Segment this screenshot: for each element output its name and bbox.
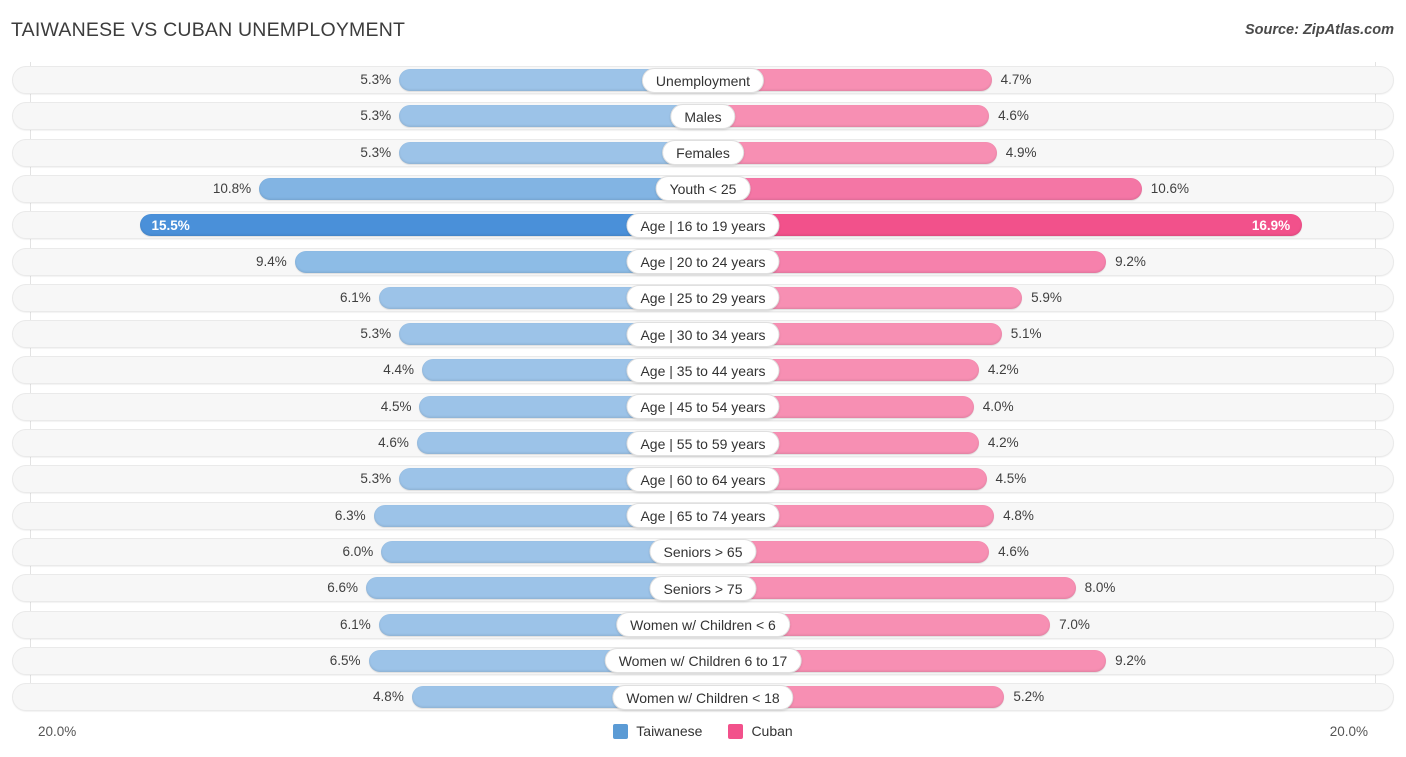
value-label-taiwanese: 6.5%: [329, 652, 361, 668]
table-row[interactable]: 5.3% 4.7% Unemployment: [0, 62, 1406, 98]
category-pill[interactable]: Age | 60 to 64 years: [626, 466, 780, 492]
table-row[interactable]: 5.3% 5.1% Age | 30 to 34 years: [0, 316, 1406, 352]
category-pill[interactable]: Age | 55 to 59 years: [626, 430, 780, 456]
legend-swatch-icon: [613, 723, 629, 739]
category-pill[interactable]: Age | 45 to 54 years: [626, 394, 780, 420]
value-label-cuban: 4.7%: [1000, 72, 1032, 87]
value-label-cuban: 4.9%: [1005, 144, 1037, 160]
value-label-cuban: 5.1%: [1010, 326, 1042, 342]
table-row[interactable]: 15.5% 16.9% Age | 16 to 19 years: [0, 207, 1406, 243]
source-attribution: Source: ZipAtlas.com: [1244, 22, 1394, 38]
table-row[interactable]: 6.1% 7.0% Women w/ Children < 6: [0, 607, 1406, 643]
chart-plot-area: 5.3% 4.7% Unemployment 5.3% 4.6% Males 5.3% 4.9…: [0, 62, 1406, 717]
table-row[interactable]: 6.1% 5.9% Age | 25 to 29 years: [0, 280, 1406, 316]
bar-taiwanese[interactable]: [399, 141, 703, 164]
table-row[interactable]: 5.3% 4.5% Age | 60 to 64 years: [0, 461, 1406, 497]
category-pill[interactable]: Age | 30 to 34 years: [626, 321, 780, 347]
value-label-taiwanese: 6.0%: [342, 543, 374, 559]
category-pill[interactable]: Age | 35 to 44 years: [626, 357, 780, 383]
value-label-taiwanese: 4.6%: [378, 435, 409, 450]
bar-cuban[interactable]: [703, 177, 1142, 200]
value-label-taiwanese: 15.5%: [151, 218, 190, 234]
category-pill[interactable]: Seniors > 65: [649, 539, 757, 565]
bar-cuban[interactable]: [703, 214, 1303, 237]
bar-taiwanese[interactable]: [399, 105, 703, 128]
value-label-taiwanese: 4.8%: [373, 689, 404, 705]
value-label-taiwanese: 5.3%: [360, 471, 392, 487]
value-label-cuban: 5.9%: [1031, 289, 1062, 305]
value-label-taiwanese: 5.3%: [360, 326, 392, 342]
category-pill[interactable]: Age | 20 to 24 years: [626, 249, 780, 274]
bar-taiwanese[interactable]: [139, 214, 703, 237]
value-label-taiwanese: 6.3%: [334, 507, 366, 523]
value-label-cuban: 4.2%: [987, 435, 1019, 450]
value-label-cuban: 16.9%: [1251, 218, 1291, 234]
bar-cuban[interactable]: [703, 141, 997, 164]
value-label-cuban: 9.2%: [1115, 652, 1146, 668]
table-row[interactable]: 10.8% 10.6% Youth < 25: [0, 171, 1406, 207]
table-row[interactable]: 9.4% 9.2% Age | 20 to 24 years: [0, 244, 1406, 280]
category-pill[interactable]: Age | 25 to 29 years: [626, 285, 780, 311]
value-label-cuban: 4.6%: [998, 543, 1029, 559]
category-pill[interactable]: Males: [670, 103, 736, 129]
value-label-taiwanese: 6.1%: [339, 616, 371, 632]
table-row[interactable]: 4.8% 5.2% Women w/ Children < 18: [0, 679, 1406, 715]
category-pill[interactable]: Age | 16 to 19 years: [626, 212, 780, 238]
category-pill[interactable]: Women w/ Children < 18: [612, 684, 794, 710]
legend-label: Taiwanese: [636, 723, 703, 739]
bar-cuban[interactable]: [703, 105, 990, 128]
value-label-taiwanese: 5.3%: [360, 144, 392, 160]
value-label-taiwanese: 5.3%: [360, 72, 392, 87]
chart-legend: Taiwanese Cuban: [0, 723, 1406, 739]
value-label-taiwanese: 9.4%: [255, 253, 287, 269]
table-row[interactable]: 4.5% 4.0% Age | 45 to 54 years: [0, 389, 1406, 425]
table-row[interactable]: 6.5% 9.2% Women w/ Children 6 to 17: [0, 643, 1406, 679]
table-row[interactable]: 4.4% 4.2% Age | 35 to 44 years: [0, 352, 1406, 388]
chart-header: TAIWANESE VS CUBAN UNEMPLOYMENT Source: …: [0, 0, 1406, 62]
bar-cuban[interactable]: [703, 577, 1076, 600]
legend-label: Cuban: [751, 723, 793, 739]
chart-footer: 20.0% 20.0% Taiwanese Cuban: [0, 717, 1406, 757]
value-label-taiwanese: 4.5%: [380, 398, 412, 414]
table-row[interactable]: 6.6% 8.0% Seniors > 75: [0, 570, 1406, 606]
category-pill[interactable]: Women w/ Children 6 to 17: [604, 648, 802, 674]
table-row[interactable]: 6.0% 4.6% Seniors > 65: [0, 534, 1406, 570]
category-pill[interactable]: Youth < 25: [655, 176, 751, 202]
value-label-cuban: 7.0%: [1059, 616, 1090, 632]
value-label-cuban: 8.0%: [1084, 580, 1116, 596]
value-label-cuban: 4.2%: [987, 362, 1019, 378]
legend-item[interactable]: Taiwanese: [613, 723, 702, 739]
table-row[interactable]: 5.3% 4.6% Males: [0, 98, 1406, 134]
category-pill[interactable]: Women w/ Children < 6: [616, 612, 790, 637]
value-label-cuban: 4.6%: [998, 108, 1029, 124]
category-pill[interactable]: Seniors > 75: [649, 575, 757, 601]
category-pill[interactable]: Age | 65 to 74 years: [626, 503, 780, 529]
value-label-cuban: 10.6%: [1150, 180, 1190, 196]
table-row[interactable]: 4.6% 4.2% Age | 55 to 59 years: [0, 425, 1406, 461]
value-label-taiwanese: 4.4%: [383, 362, 415, 378]
value-label-cuban: 9.2%: [1115, 253, 1146, 269]
value-label-taiwanese: 6.6%: [327, 580, 359, 596]
table-row[interactable]: 6.3% 4.8% Age | 65 to 74 years: [0, 498, 1406, 534]
value-label-taiwanese: 10.8%: [212, 180, 252, 196]
table-row[interactable]: 5.3% 4.9% Females: [0, 135, 1406, 171]
value-label-cuban: 4.0%: [982, 398, 1014, 414]
value-label-cuban: 4.8%: [1003, 507, 1034, 523]
value-label-cuban: 5.2%: [1013, 689, 1045, 705]
category-pill[interactable]: Females: [662, 140, 744, 166]
bar-taiwanese[interactable]: [259, 177, 703, 200]
value-label-cuban: 4.5%: [995, 471, 1027, 487]
legend-swatch-icon: [728, 723, 744, 739]
legend-item[interactable]: Cuban: [728, 723, 793, 739]
category-pill[interactable]: Unemployment: [641, 67, 765, 93]
page-title: TAIWANESE VS CUBAN UNEMPLOYMENT: [11, 19, 406, 41]
value-label-taiwanese: 5.3%: [360, 108, 392, 124]
value-label-taiwanese: 6.1%: [339, 289, 371, 305]
